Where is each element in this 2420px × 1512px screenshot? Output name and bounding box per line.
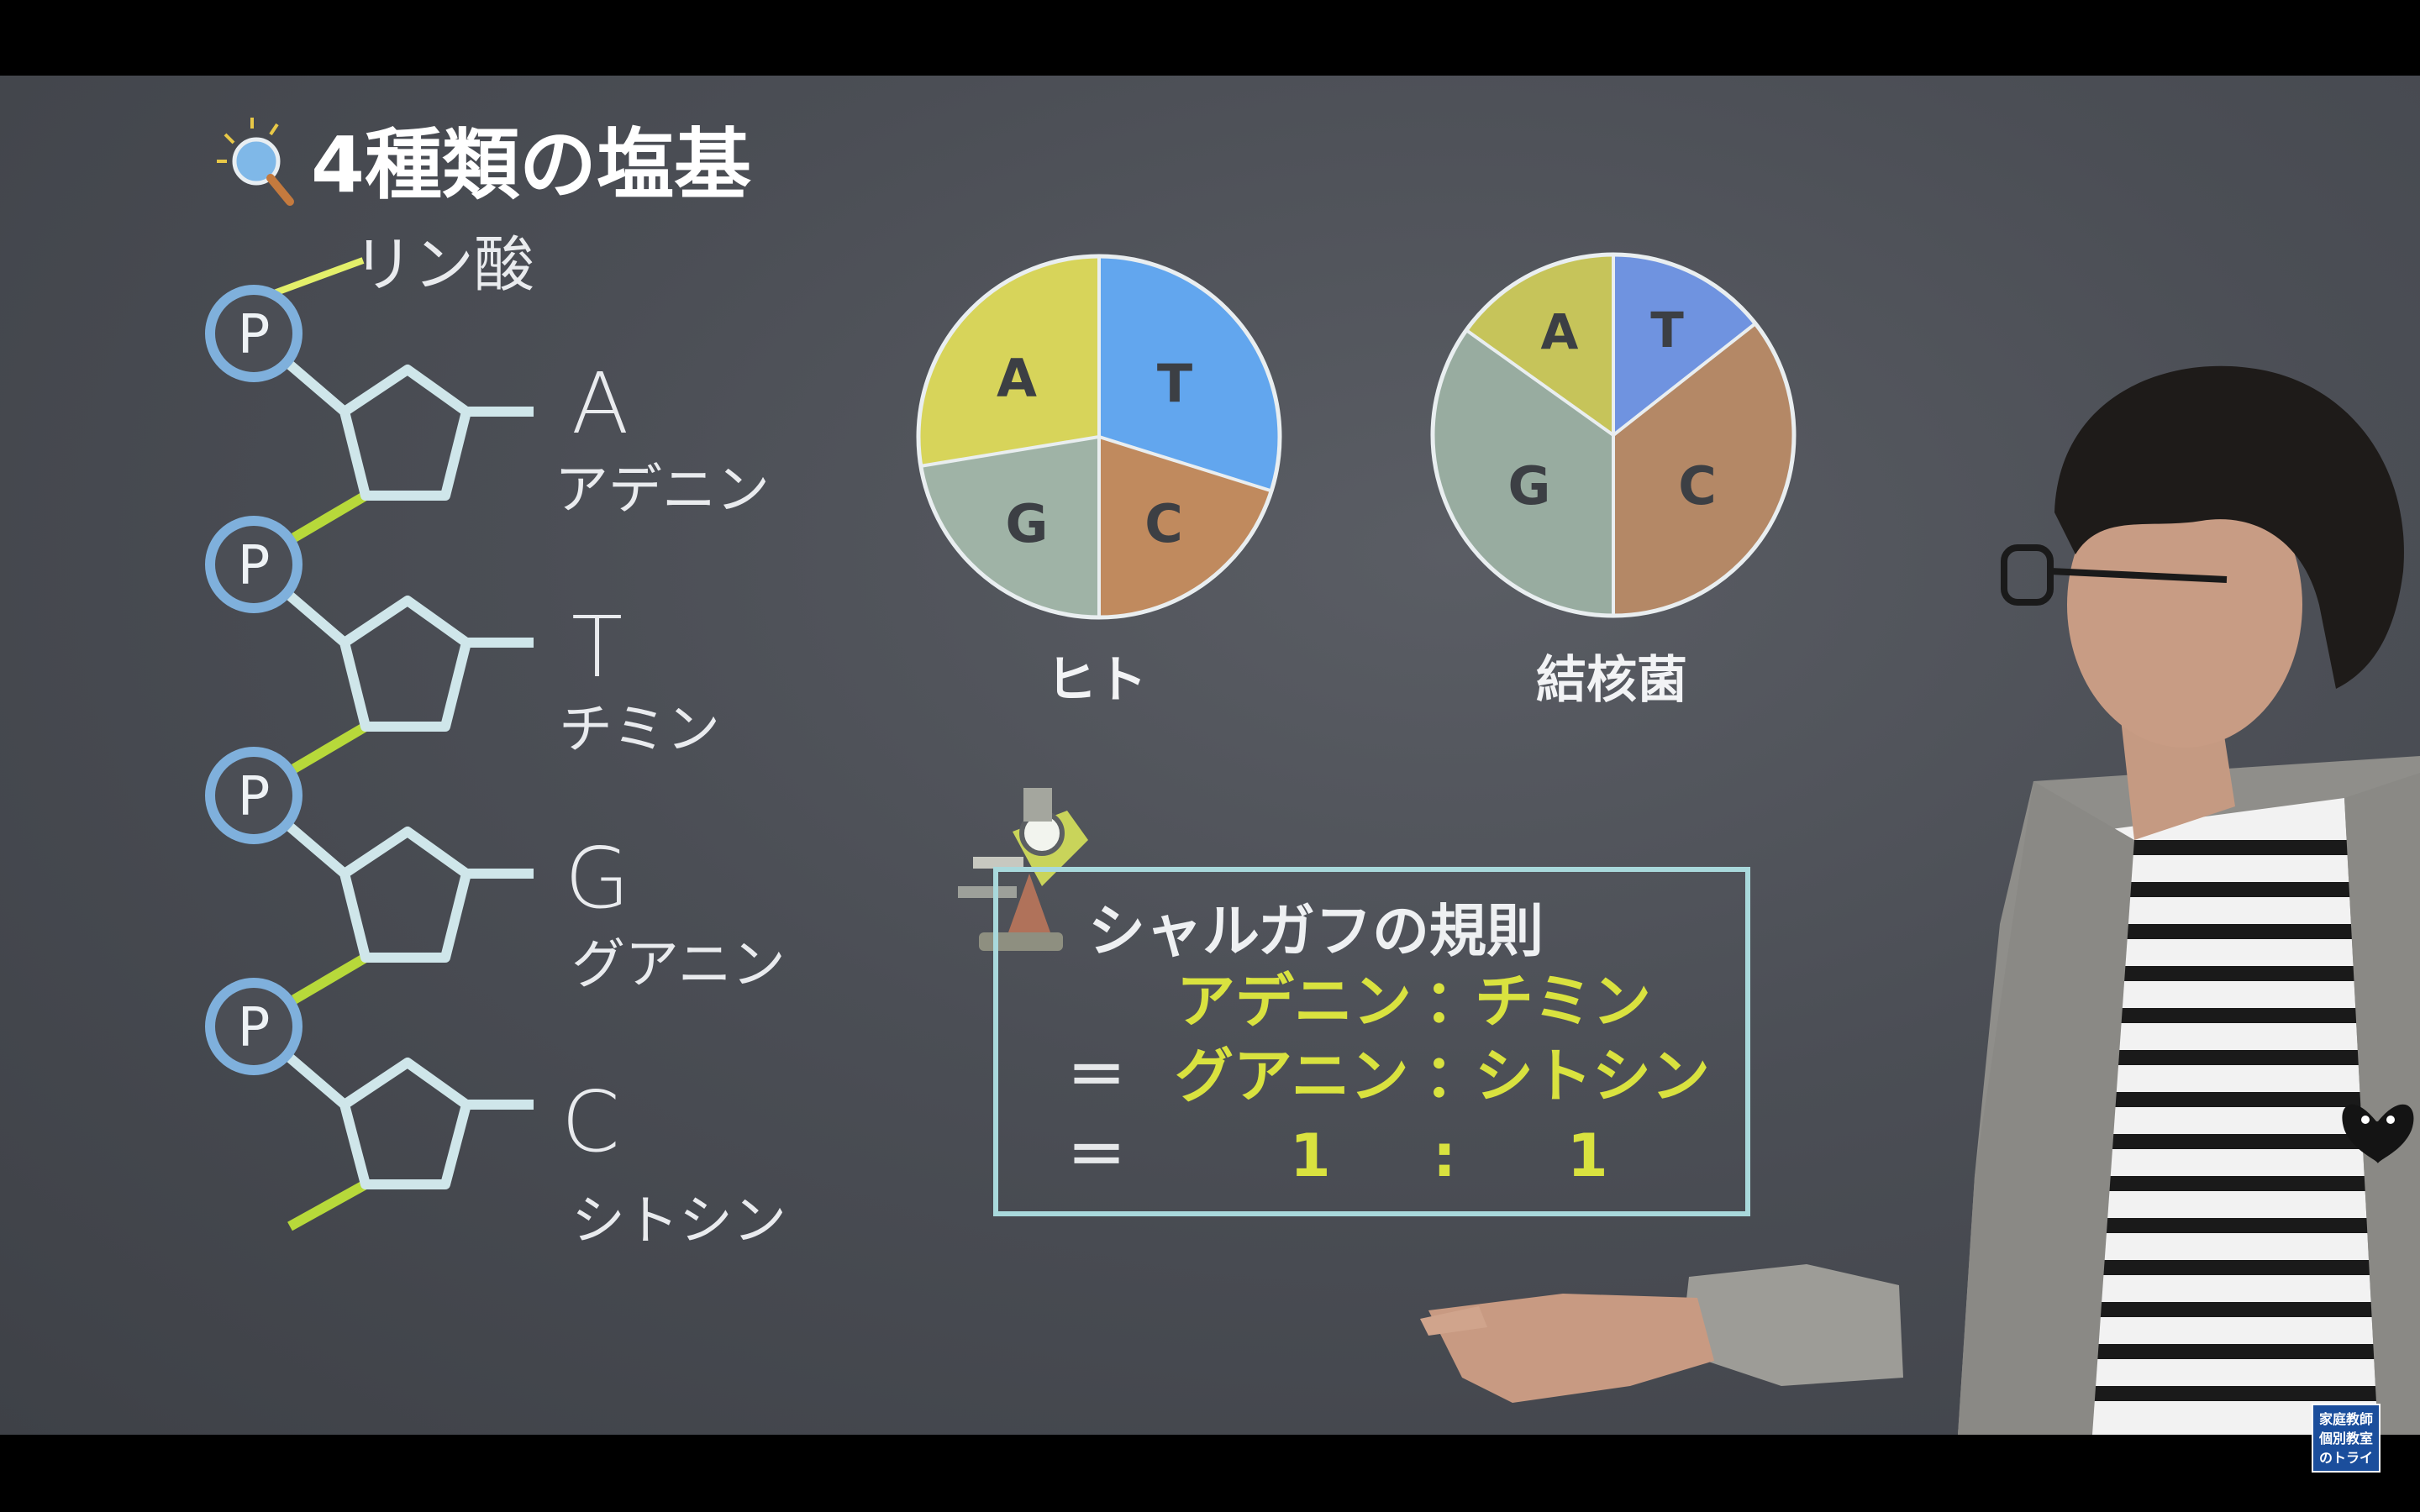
base-name-adenine: アデニン bbox=[555, 459, 770, 522]
phosphate-symbol: P bbox=[238, 535, 271, 597]
nucleotide-unit-1: P bbox=[205, 285, 534, 501]
base-letter-c: C bbox=[561, 1073, 620, 1171]
rule-row2-right: シトシン bbox=[1475, 1042, 1710, 1110]
nucleotide-chain: P P P P A アデニン T チミン G グアニン C シトシン bbox=[205, 285, 786, 1252]
lecture-scene: 4種類の塩基 リン酸 P P P P A アデニン T チミン G グアニン C… bbox=[205, 118, 2420, 1473]
nucleotide-unit-2: P bbox=[205, 516, 534, 732]
nucleotide-unit-3: P bbox=[205, 747, 534, 963]
pie-label-g: G bbox=[1508, 455, 1551, 517]
rule-row3-colon: : bbox=[1433, 1121, 1456, 1190]
phosphate-note: リン酸 bbox=[353, 229, 534, 300]
phosphate-annotation: リン酸 bbox=[266, 229, 534, 300]
base-letter-a: A bbox=[571, 354, 629, 453]
rule-row2-left: グアニン bbox=[1175, 1042, 1409, 1110]
pie-label-c: C bbox=[1144, 493, 1183, 554]
logo-line-3: のトライ bbox=[2319, 1450, 2373, 1466]
logo-line-2: 個別教室 bbox=[2318, 1431, 2373, 1446]
base-letter-g: G bbox=[565, 829, 630, 927]
rule-equals-1: ＝ bbox=[1067, 1042, 1126, 1110]
rule-row1-right: チミン bbox=[1475, 967, 1651, 1036]
pie-tuberculosis: A T C G 結核菌 bbox=[1430, 252, 1797, 710]
pie-caption-human: ヒト bbox=[1046, 651, 1147, 710]
chargaff-rule-box: シャルガフの規則 アデニン ： チミン ＝ グアニン ： シトシン ＝ 1 : … bbox=[993, 867, 1750, 1216]
tutoring-logo: 家庭教師 個別教室 のトライ bbox=[2312, 1404, 2381, 1473]
rule-title: シャルガフの規則 bbox=[1088, 899, 1544, 965]
base-name-guanine: グアニン bbox=[571, 934, 786, 996]
magnifier-icon bbox=[217, 118, 294, 206]
page-title: 4種類の塩基 bbox=[311, 120, 751, 210]
phosphate-symbol: P bbox=[238, 997, 271, 1059]
base-name-thymine: チミン bbox=[559, 699, 720, 761]
rule-row1-left: アデニン bbox=[1176, 967, 1412, 1036]
logo-line-1: 家庭教師 bbox=[2319, 1411, 2373, 1427]
pie-human: A T C G ヒト bbox=[916, 254, 1282, 710]
phosphate-symbol: P bbox=[238, 304, 271, 366]
base-letter-t: T bbox=[571, 598, 623, 696]
base-name-cytosine: シトシン bbox=[571, 1190, 786, 1252]
pie-label-a: A bbox=[1541, 303, 1579, 360]
pie-caption-tuberculosis: 結核菌 bbox=[1536, 651, 1687, 710]
pie-label-t: T bbox=[1157, 353, 1192, 414]
pie-label-g: G bbox=[1006, 493, 1049, 554]
pie-label-a: A bbox=[997, 348, 1037, 409]
pie-label-c: C bbox=[1678, 455, 1717, 517]
nucleotide-unit-4: P bbox=[205, 978, 534, 1189]
rule-row3-left: 1 bbox=[1290, 1121, 1331, 1190]
phosphate-symbol: P bbox=[238, 766, 271, 828]
rule-equals-2: ＝ bbox=[1067, 1121, 1126, 1190]
pie-label-t: T bbox=[1650, 302, 1684, 359]
rule-row3-right: 1 bbox=[1567, 1121, 1608, 1190]
title-group: 4種類の塩基 bbox=[217, 118, 751, 210]
